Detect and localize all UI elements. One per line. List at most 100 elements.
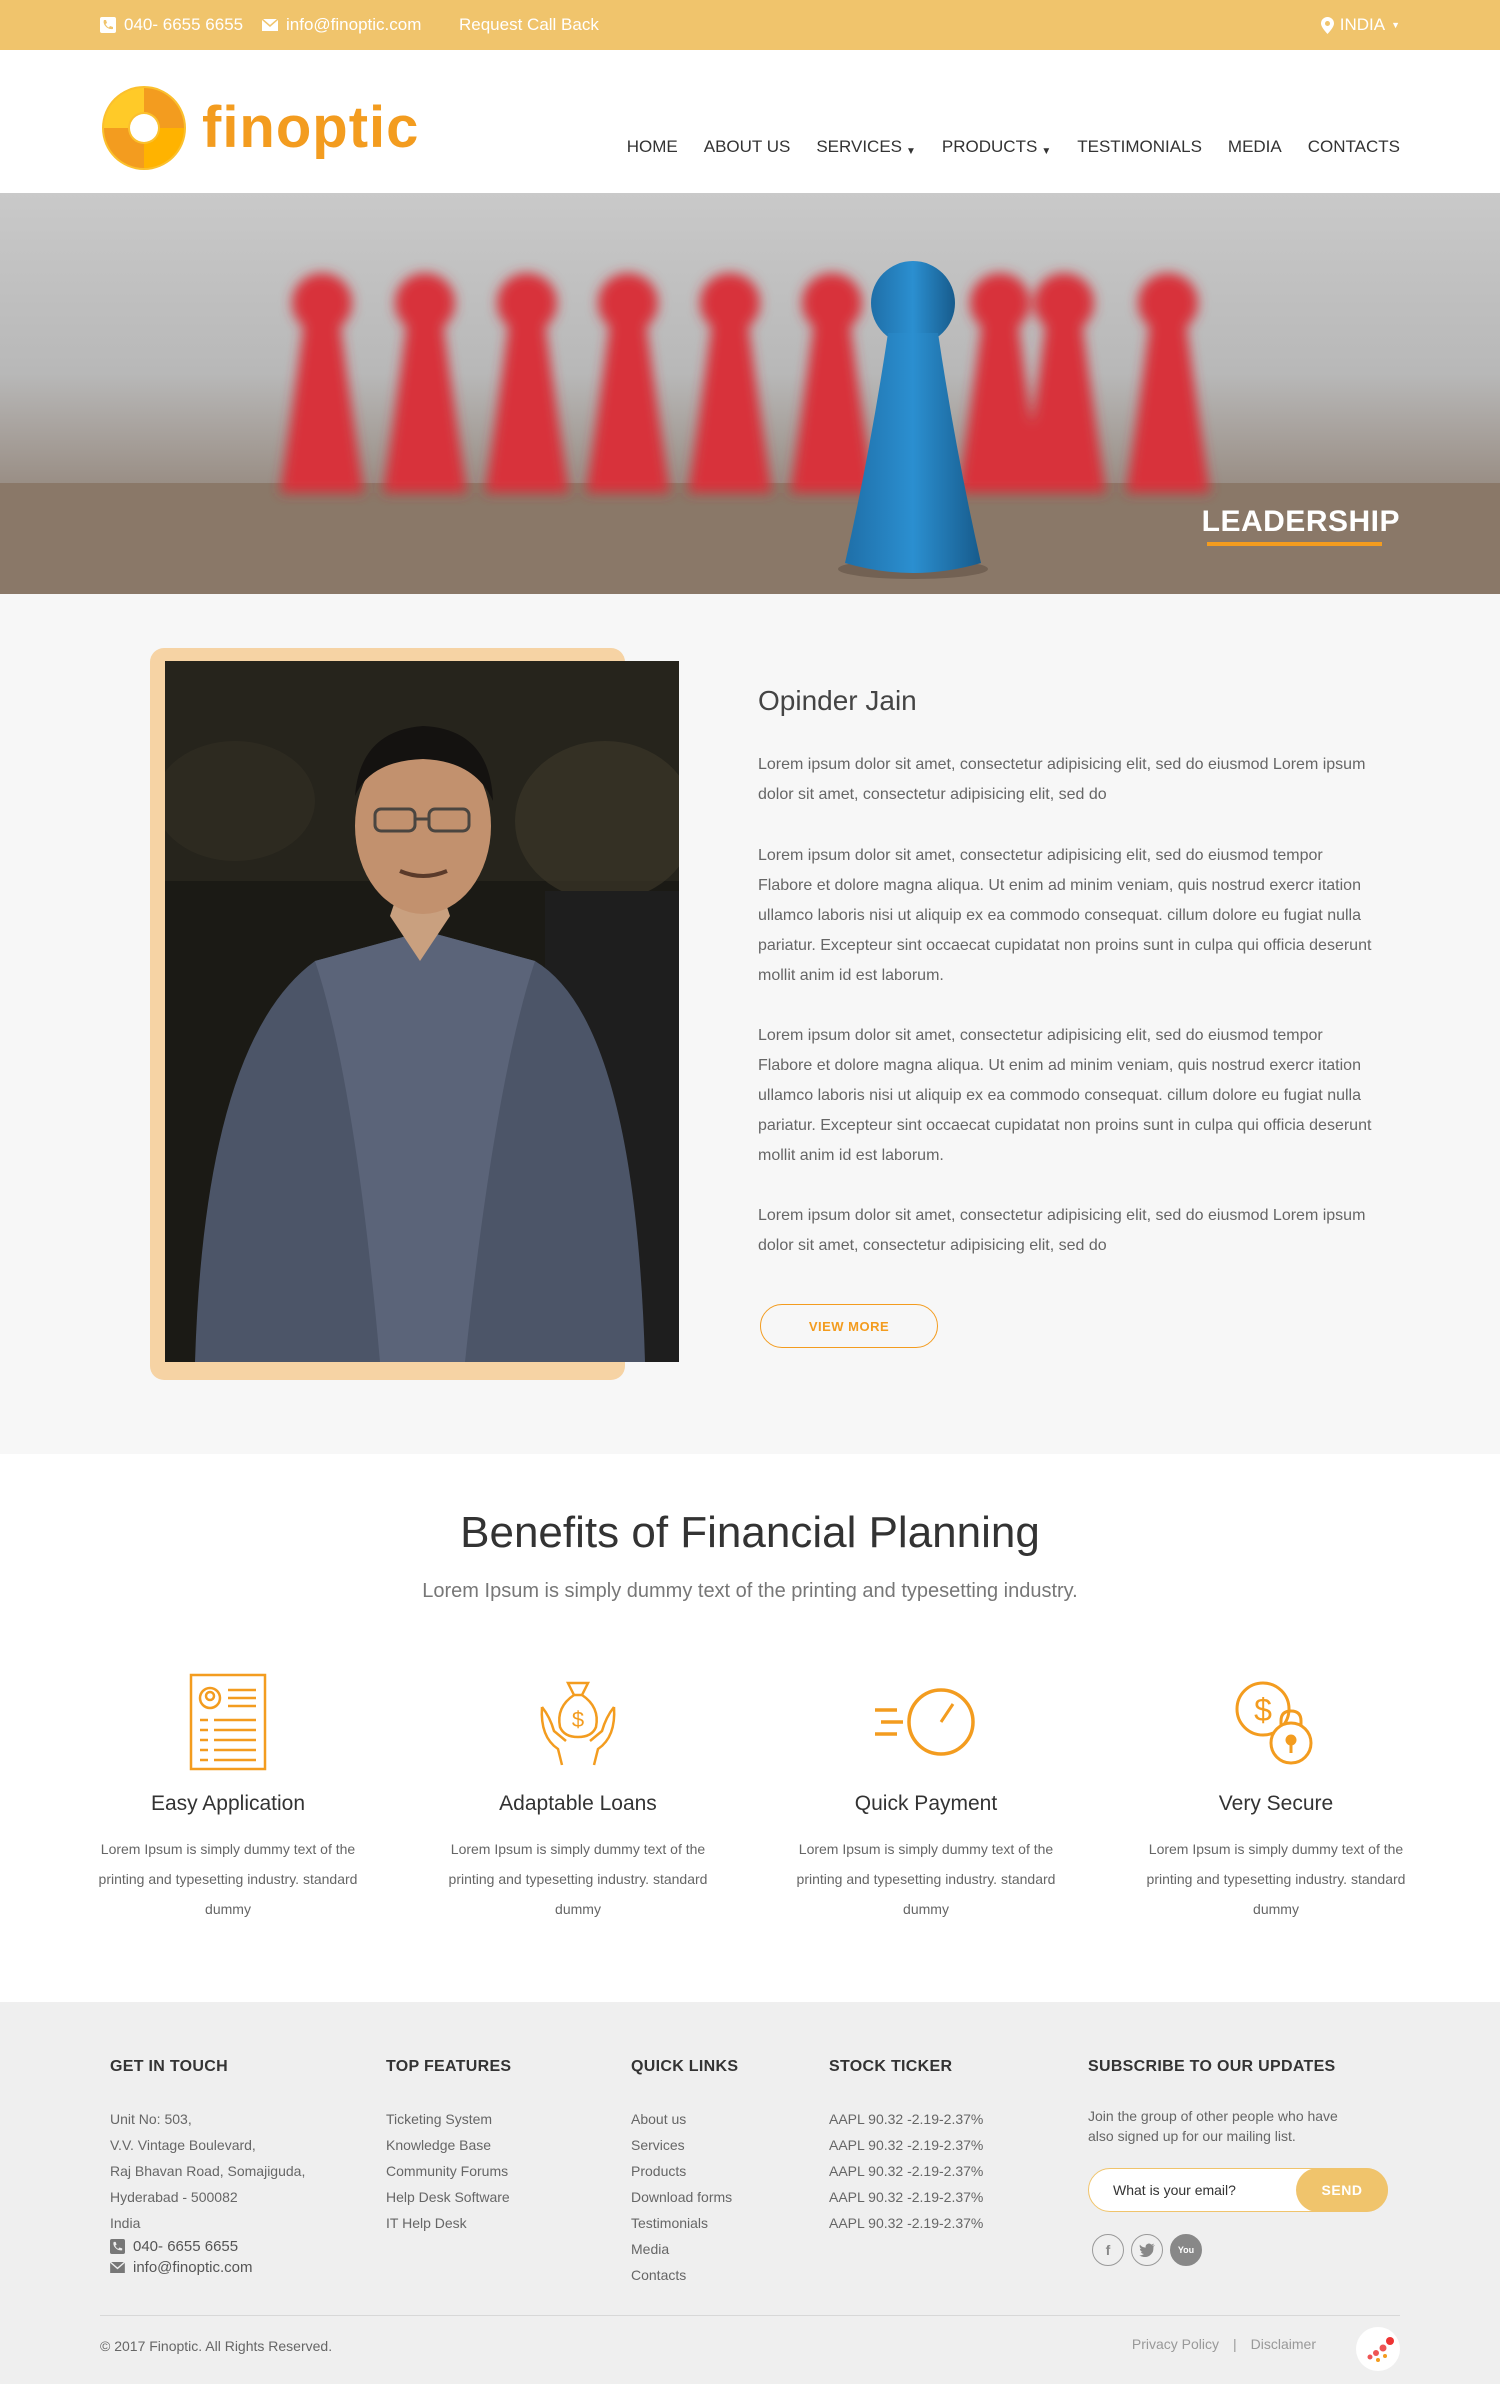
topbar-phone[interactable]: 040- 6655 6655 bbox=[100, 15, 243, 35]
hero-title: LEADERSHIP bbox=[1201, 505, 1400, 538]
ticker-item: AAPL 90.32 -2.19-2.37% bbox=[829, 2111, 984, 2127]
address-line: Hyderabad - 500082 bbox=[110, 2189, 238, 2205]
request-callback-link[interactable]: Request Call Back bbox=[459, 15, 599, 35]
twitter-icon[interactable] bbox=[1131, 2234, 1163, 2266]
nav-contacts-label: CONTACTS bbox=[1307, 137, 1400, 156]
leader-paragraph: Lorem ipsum dolor sit amet, consectetur … bbox=[758, 1207, 1366, 1254]
chevron-down-icon: ▼ bbox=[1391, 20, 1400, 30]
logo[interactable]: finoptic bbox=[100, 84, 419, 172]
nav-services[interactable]: SERVICES ▼ bbox=[816, 137, 916, 157]
benefit-description: Lorem Ipsum is simply dummy text of the … bbox=[448, 1841, 708, 1917]
footer-subscribe: SUBSCRIBE TO OUR UPDATES Join the group … bbox=[1088, 2058, 1338, 2146]
benefit-name: Adaptable Loans bbox=[499, 1792, 657, 1815]
nav-media[interactable]: MEDIA bbox=[1228, 137, 1282, 157]
footer-link[interactable]: Media bbox=[631, 2236, 738, 2262]
leader-portrait-image bbox=[165, 661, 679, 1362]
footer-heading: STOCK TICKER bbox=[829, 2058, 953, 2075]
nav-about-us-label: ABOUT US bbox=[703, 137, 791, 156]
benefit-name: Easy Application bbox=[150, 1792, 306, 1815]
nav-contacts[interactable]: CONTACTS bbox=[1308, 137, 1400, 157]
application-form-icon bbox=[189, 1673, 267, 1771]
footer-link[interactable]: Products bbox=[631, 2158, 738, 2184]
facebook-icon[interactable]: f bbox=[1092, 2234, 1124, 2266]
subscribe-text: also signed up for our mailing list. bbox=[1088, 2128, 1296, 2144]
phone-icon bbox=[110, 2239, 125, 2254]
address-line: India bbox=[110, 2215, 141, 2231]
top-bar: 040- 6655 6655 info@finoptic.com Request… bbox=[0, 0, 1500, 50]
leader-photo bbox=[165, 661, 679, 1362]
footer-email[interactable]: info@finoptic.com bbox=[110, 2259, 305, 2276]
benefit-name: Very Secure bbox=[1218, 1792, 1334, 1815]
footer-link[interactable]: Services bbox=[631, 2132, 738, 2158]
footer-link[interactable]: IT Help Desk bbox=[386, 2210, 511, 2236]
chevron-down-icon: ▼ bbox=[906, 145, 916, 157]
chevron-down-icon: ▼ bbox=[1041, 145, 1052, 157]
footer-heading: SUBSCRIBE TO OUR UPDATES bbox=[1088, 2058, 1336, 2075]
ticker-item: AAPL 90.32 -2.19-2.37% bbox=[829, 2137, 984, 2153]
benefit-card-adaptable-loans: $ Adaptable Loans Lorem Ipsum is simply … bbox=[448, 1672, 708, 1924]
subscribe-form: SEND bbox=[1088, 2168, 1388, 2212]
nav-home-label: HOME bbox=[626, 137, 678, 156]
footer-heading: QUICK LINKS bbox=[631, 2058, 739, 2075]
youtube-icon[interactable]: You bbox=[1170, 2234, 1202, 2266]
footer-quick-links: QUICK LINKS About us Services Products D… bbox=[631, 2058, 738, 2288]
footer-phone-text: 040- 6655 6655 bbox=[133, 2238, 239, 2255]
address-line: V.V. Vintage Boulevard, bbox=[110, 2137, 256, 2153]
view-more-button[interactable]: VIEW MORE bbox=[760, 1304, 938, 1348]
nav-home[interactable]: HOME bbox=[627, 137, 678, 157]
benefits-subtitle: Lorem Ipsum is simply dummy text of the … bbox=[422, 1580, 1078, 1602]
footer-link[interactable]: About us bbox=[631, 2106, 738, 2132]
benefit-card-quick-payment: Quick Payment Lorem Ipsum is simply dumm… bbox=[796, 1672, 1056, 1924]
nav-testimonials-label: TESTIMONIALS bbox=[1077, 137, 1202, 156]
footer-link[interactable]: Testimonials bbox=[631, 2210, 738, 2236]
footer-stock-ticker: STOCK TICKER AAPL 90.32 -2.19-2.37% AAPL… bbox=[829, 2058, 983, 2236]
svg-text:$: $ bbox=[572, 1707, 584, 1732]
topbar-email[interactable]: info@finoptic.com bbox=[262, 15, 421, 35]
nav-products-label: PRODUCTS bbox=[941, 137, 1038, 156]
benefit-card-very-secure: $ Very Secure Lorem Ipsum is simply dumm… bbox=[1146, 1672, 1406, 1924]
footer-get-in-touch: GET IN TOUCH Unit No: 503, V.V. Vintage … bbox=[110, 2058, 305, 2276]
separator: | bbox=[1233, 2336, 1237, 2352]
disclaimer-link[interactable]: Disclaimer bbox=[1251, 2336, 1316, 2352]
footer-link[interactable]: Help Desk Software bbox=[386, 2184, 511, 2210]
ticker-item: AAPL 90.32 -2.19-2.37% bbox=[829, 2189, 984, 2205]
nav-products[interactable]: PRODUCTS ▼ bbox=[942, 137, 1051, 157]
nav-about-us[interactable]: ABOUT US bbox=[704, 137, 791, 157]
footer-legal-links: Privacy Policy | Disclaimer bbox=[1132, 2336, 1316, 2352]
address-line: Unit No: 503, bbox=[110, 2111, 192, 2127]
site-footer: GET IN TOUCH Unit No: 503, V.V. Vintage … bbox=[0, 2002, 1500, 2384]
hero-title-underline bbox=[1207, 542, 1382, 546]
footer-link[interactable]: Community Forums bbox=[386, 2158, 511, 2184]
mail-icon bbox=[110, 2262, 125, 2273]
privacy-policy-link[interactable]: Privacy Policy bbox=[1132, 2336, 1219, 2352]
benefit-card-easy-application: Easy Application Lorem Ipsum is simply d… bbox=[98, 1672, 358, 1924]
ticker-item: AAPL 90.32 -2.19-2.37% bbox=[829, 2163, 984, 2179]
leader-paragraph: Lorem ipsum dolor sit amet, consectetur … bbox=[758, 1027, 1372, 1164]
footer-heading: TOP FEATURES bbox=[386, 2058, 512, 2075]
benefit-description: Lorem Ipsum is simply dummy text of the … bbox=[98, 1841, 358, 1917]
country-selector[interactable]: INDIA ▼ bbox=[1320, 15, 1400, 35]
footer-email-text: info@finoptic.com bbox=[133, 2259, 253, 2276]
footer-top-features: TOP FEATURES Ticketing System Knowledge … bbox=[386, 2058, 511, 2236]
logo-text: finoptic bbox=[202, 95, 420, 160]
address-block: Unit No: 503, V.V. Vintage Boulevard, Ra… bbox=[110, 2106, 305, 2236]
footer-link[interactable]: Knowledge Base bbox=[386, 2132, 511, 2158]
country-label: INDIA bbox=[1339, 15, 1386, 34]
subscribe-text: Join the group of other people who have bbox=[1088, 2108, 1338, 2124]
nav-media-label: MEDIA bbox=[1227, 137, 1282, 156]
ticker-item: AAPL 90.32 -2.19-2.37% bbox=[829, 2215, 984, 2231]
send-button[interactable]: SEND bbox=[1296, 2168, 1388, 2212]
footer-link[interactable]: Download forms bbox=[631, 2184, 738, 2210]
footer-link[interactable]: Contacts bbox=[631, 2262, 738, 2288]
footer-divider bbox=[100, 2315, 1400, 2316]
svg-text:$: $ bbox=[1254, 1692, 1272, 1728]
site-header: finoptic HOME ABOUT US SERVICES ▼ PRODUCT… bbox=[0, 50, 1500, 193]
topbar-email-text: info@finoptic.com bbox=[286, 15, 422, 34]
scroll-badge[interactable] bbox=[1356, 2327, 1400, 2371]
footer-link[interactable]: Ticketing System bbox=[386, 2106, 511, 2132]
topbar-phone-text: 040- 6655 6655 bbox=[124, 15, 244, 34]
email-field[interactable] bbox=[1113, 2169, 1283, 2210]
address-line: Raj Bhavan Road, Somajiguda, bbox=[110, 2163, 306, 2179]
nav-testimonials[interactable]: TESTIMONIALS bbox=[1077, 137, 1202, 157]
footer-phone[interactable]: 040- 6655 6655 bbox=[110, 2238, 305, 2255]
